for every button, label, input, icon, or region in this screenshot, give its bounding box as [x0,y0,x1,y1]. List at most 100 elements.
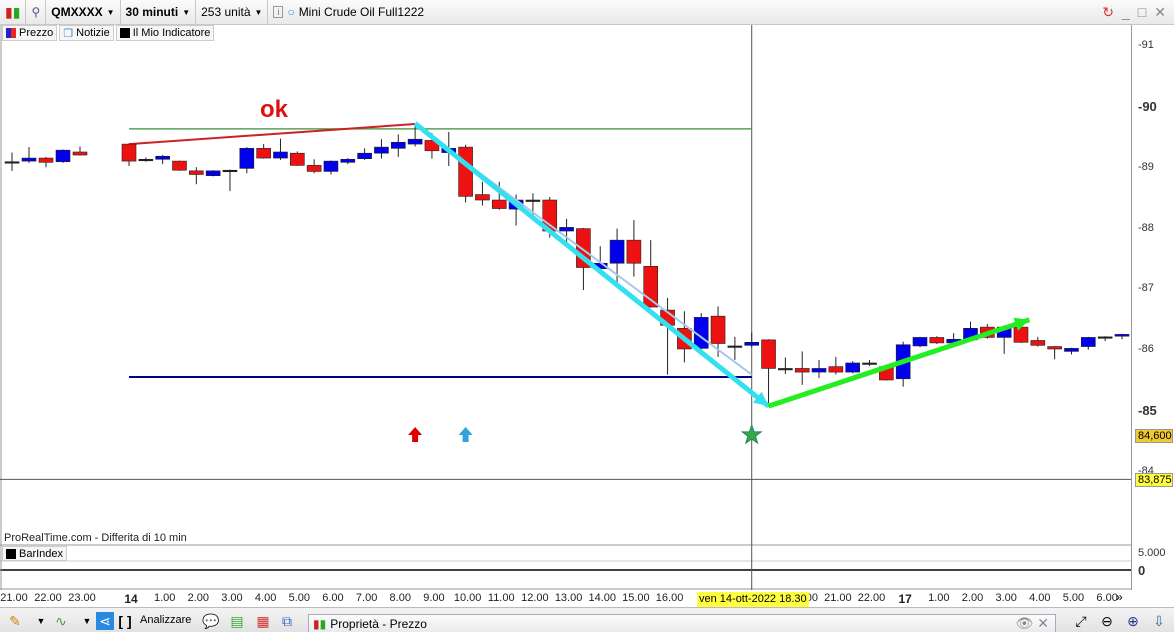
time-tick: 5.00 [288,592,311,604]
time-tick: 17 [898,592,912,606]
eye-icon[interactable]: 👁 [1015,615,1033,632]
time-tick: 4.00 [1029,592,1051,604]
list-icon[interactable]: ▤ [228,612,246,630]
candle-up [1081,337,1096,347]
cursor-price-tag: 83,875 [1135,473,1173,487]
candle-up [744,341,760,346]
time-tick: 4.00 [254,592,277,604]
comment-icon[interactable]: 💬 [202,612,220,630]
annotation-ok: ok [260,96,289,123]
chevron-down-icon[interactable]: ▼ [32,612,50,630]
candle-up [845,362,860,373]
signal-up-arrow-icon [408,427,423,442]
candle-down [491,199,507,209]
time-tick: 21.00 [0,592,28,604]
red-trendline [128,123,416,146]
indicators-icon[interactable]: ∿ [52,612,70,630]
candle-down [778,368,793,371]
candlestick-icon: ▮▮ [313,616,327,631]
order-book-icon[interactable]: ▦ [254,612,272,630]
candle-down [1013,326,1029,343]
analyze-button[interactable]: Analizzare [140,614,191,626]
share-icon[interactable]: ⋖ [96,612,114,630]
candle-up [340,158,356,163]
candle-up [239,148,255,169]
candle-down [929,337,945,344]
time-tick: 14 [124,592,138,606]
time-tick: 1.00 [153,592,176,604]
scroll-more-button[interactable]: » [1116,590,1123,604]
price-tick: -85 [1138,403,1157,418]
cursor-time-tooltip: ven 14-ott-2022 18.30 [697,592,809,607]
candle-down [189,170,204,175]
time-tick: 3.00 [221,592,243,604]
indicator-tick: 0 [1138,563,1146,578]
zoom-in-icon[interactable]: ⊕ [1124,612,1142,630]
time-tick: 5.00 [1062,592,1085,604]
candle-up [407,138,423,145]
time-tick: 2.00 [961,592,984,604]
price-tick: -87 [1138,282,1154,295]
bracket-icon[interactable]: [ ] [116,612,134,630]
candle-down [475,194,490,201]
candle-down [222,169,238,173]
properties-panel[interactable]: ▮▮ Proprietà - Prezzo 👁 ✕ [308,614,1056,632]
properties-panel-title: Proprietà - Prezzo [330,616,427,631]
signal-up-arrow-icon [458,427,473,442]
candle-down [862,362,877,365]
time-tick: 10.00 [453,592,482,604]
cyan-arrow [413,121,771,409]
candle-up [390,141,406,149]
indicator-label: BarIndex [19,547,64,560]
candle-up [273,151,288,159]
candle-up [912,337,928,347]
candle-down [72,151,88,156]
time-tick: 16.00 [655,592,684,604]
time-tick: 12.00 [521,592,549,604]
time-tick: 6.00 [322,592,344,604]
candle-up [155,155,170,160]
zoom-fit-icon[interactable]: ⤢ [1072,612,1090,630]
candle-up [609,239,625,264]
drawing-tools-icon[interactable]: ✎ [6,612,24,630]
time-tick: 14.00 [588,592,616,604]
time-tick: 7.00 [355,592,378,604]
indicator-swatch-icon [6,548,16,559]
time-tick: 3.00 [995,592,1017,604]
candle-up [559,227,574,232]
settings-down-icon[interactable]: ⇩ [1150,612,1168,630]
time-tick: 1.00 [928,592,950,604]
data-source-note: ProRealTime.com - Differita di 10 min [4,532,187,544]
candle-down [458,146,473,197]
time-tick: 22.00 [857,592,886,604]
zoom-out-icon[interactable]: ⊖ [1098,612,1116,630]
candle-down [761,339,776,369]
last-price-tag: 84,600 [1135,429,1173,443]
green-arrow [767,317,1031,409]
price-tick: -88 [1138,221,1154,234]
time-tick: 21.00 [824,592,852,604]
price-tick: -90 [1138,99,1157,114]
time-tick: 8.00 [389,592,411,604]
candle-down [525,199,541,202]
indicator-legend-barindex[interactable]: BarIndex [2,546,68,561]
windows-icon[interactable]: ⧉ [278,612,296,630]
candle-up [811,368,827,373]
chevron-down-icon[interactable]: ▼ [78,612,96,630]
price-axis-line [1131,25,1132,590]
candle-down [1097,336,1113,339]
candle-up [55,149,71,163]
candle-down [38,157,54,163]
close-panel-icon[interactable]: ✕ [1037,615,1055,632]
candle-up [1064,348,1079,352]
candle-up [21,157,37,162]
candle-down [626,239,642,264]
candle-up [1114,334,1130,337]
time-tick: 2.00 [187,592,210,604]
candle-down [306,165,322,172]
time-axis[interactable]: 21.00 22.00 23.00 14 1.00 2.00 3.00 4.00 5.00 6.0… [0,590,1131,606]
candle-down [289,152,305,166]
time-tick: 11.00 [487,592,515,604]
candle-up [205,170,221,177]
candle-down [256,148,271,159]
